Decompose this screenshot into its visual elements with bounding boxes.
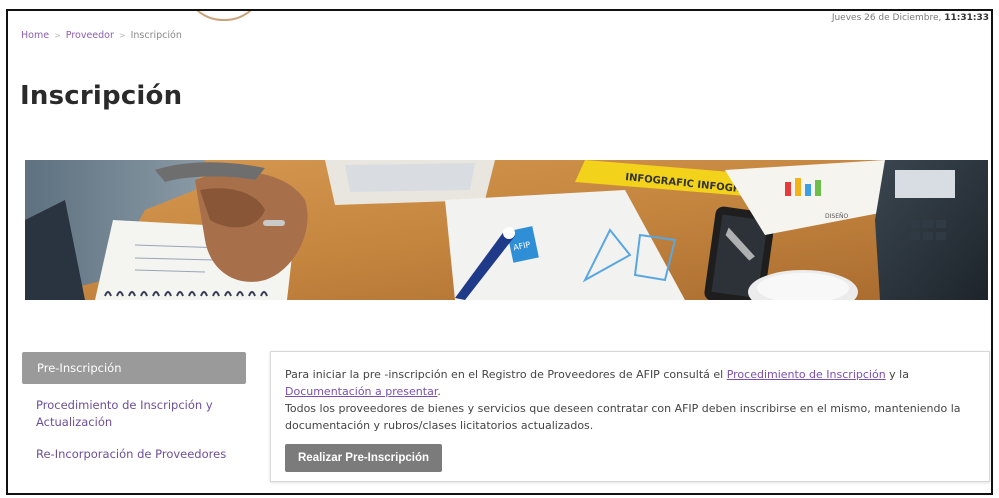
breadcrumb-current: Inscripción — [130, 30, 182, 41]
date-time: Jueves 26 de Diciembre, 11:31:33 — [832, 13, 989, 23]
sidebar-item-pre-inscripcion[interactable]: Pre-Inscripción — [22, 352, 246, 384]
tag-text: DISEÑO — [825, 213, 848, 220]
intro-text-mid: y la — [885, 368, 909, 381]
procedimiento-link[interactable]: Procedimiento de Inscripción — [727, 368, 886, 381]
intro-text-end: . — [437, 385, 441, 398]
breadcrumb-home[interactable]: Home — [21, 30, 49, 41]
breadcrumb-separator: > — [118, 31, 126, 40]
documentacion-link[interactable]: Documentación a presentar — [285, 385, 437, 398]
intro-text-start: Para iniciar la pre -inscripción en el R… — [285, 368, 727, 381]
realizar-pre-inscripcion-button[interactable]: Realizar Pre-Inscripción — [285, 444, 443, 472]
sidebar-item-procedimiento[interactable]: Procedimiento de Inscripción y Actualiza… — [22, 397, 246, 431]
breadcrumb: Home > Proveedor > Inscripción — [21, 30, 182, 41]
time-text: 11:31:33 — [944, 13, 989, 23]
breadcrumb-separator: > — [54, 31, 61, 40]
page-title: Inscripción — [20, 81, 183, 111]
decorative-tab — [183, 11, 265, 21]
intro-paragraph: Para iniciar la pre -inscripción en el R… — [285, 366, 975, 400]
sidebar-nav: Pre-Inscripción Procedimiento de Inscrip… — [22, 352, 246, 463]
requirements-paragraph: Todos los proveedores de bienes y servic… — [285, 402, 961, 432]
sidebar-item-reincorporacion[interactable]: Re-Incorporación de Proveedores — [22, 446, 246, 463]
content-panel: Para iniciar la pre -inscripción en el R… — [270, 351, 990, 482]
hero-banner-image: INFOGRAFIC INFOGRAPHIC AFIP DISEÑO — [25, 160, 988, 300]
breadcrumb-proveedor[interactable]: Proveedor — [66, 30, 114, 41]
page-frame: Jueves 26 de Diciembre, 11:31:33 Home > … — [6, 9, 993, 495]
date-text: Jueves 26 de Diciembre, — [831, 13, 942, 23]
